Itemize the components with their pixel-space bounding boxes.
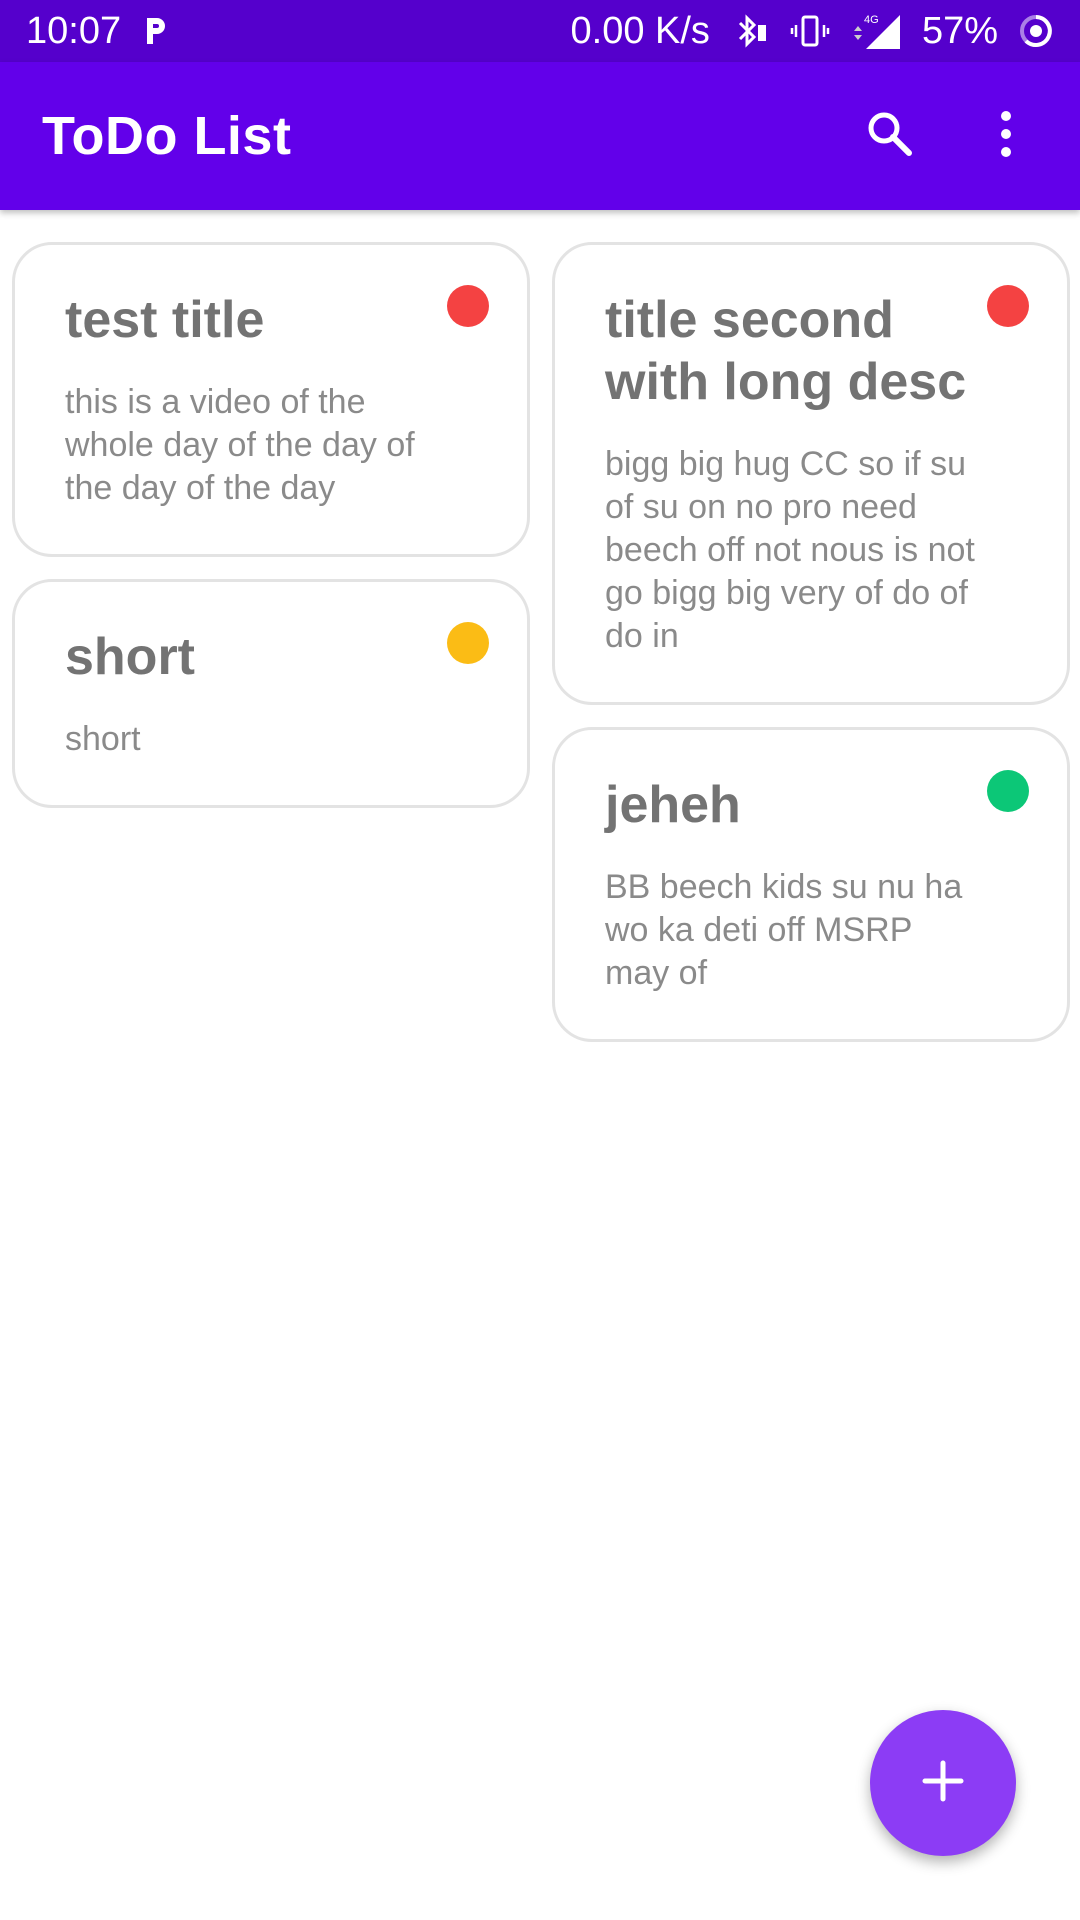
network-type: 4G [864,14,879,26]
notes-column-right: title second with long desc bigg big hug… [552,242,1070,1064]
note-description: bigg big hug CC so if su of su on no pro… [605,445,975,655]
app-bar-actions [858,104,1038,168]
notes-column-left: test title this is a video of the whole … [12,242,530,830]
app-title: ToDo List [42,106,292,166]
battery-percent: 57% [921,9,998,52]
priority-dot [987,285,1029,327]
note-title: test title [65,291,265,349]
note-title: jeheh [605,776,741,834]
add-icon [921,1759,965,1808]
add-note-button[interactable] [870,1710,1016,1856]
note-title: title second with long desc [605,291,967,411]
note-card[interactable]: jeheh BB beech kids su nu ha wo ka deti … [552,727,1070,1042]
parking-icon [141,14,169,48]
priority-dot [447,622,489,664]
note-description: this is a video of the whole day of the … [65,383,415,507]
status-bar-right: 0.00 K/s 4G 57% [571,10,1054,53]
note-title: short [65,628,195,686]
note-description: short [65,720,141,758]
vibrate-icon [790,11,830,51]
battery-ring-icon [1018,13,1054,49]
more-options-button[interactable] [974,104,1038,168]
status-bar-left: 10:07 [26,10,169,53]
app-bar: ToDo List [0,62,1080,210]
status-time: 10:07 [26,9,122,52]
note-description: BB beech kids su nu ha wo ka deti off MS… [605,868,963,992]
search-icon [864,108,916,165]
note-card[interactable]: title second with long desc bigg big hug… [552,242,1070,705]
priority-dot [987,770,1029,812]
more-vert-icon [998,110,1014,163]
signal-icon: 4G [850,11,902,51]
bluetooth-icon [730,11,770,51]
priority-dot [447,285,489,327]
status-bar: 10:07 0.00 K/s 4G 57% [0,0,1080,62]
search-button[interactable] [858,104,922,168]
network-speed: 0.00 K/s [570,9,710,52]
note-card[interactable]: test title this is a video of the whole … [12,242,530,557]
note-card[interactable]: short short [12,579,530,808]
